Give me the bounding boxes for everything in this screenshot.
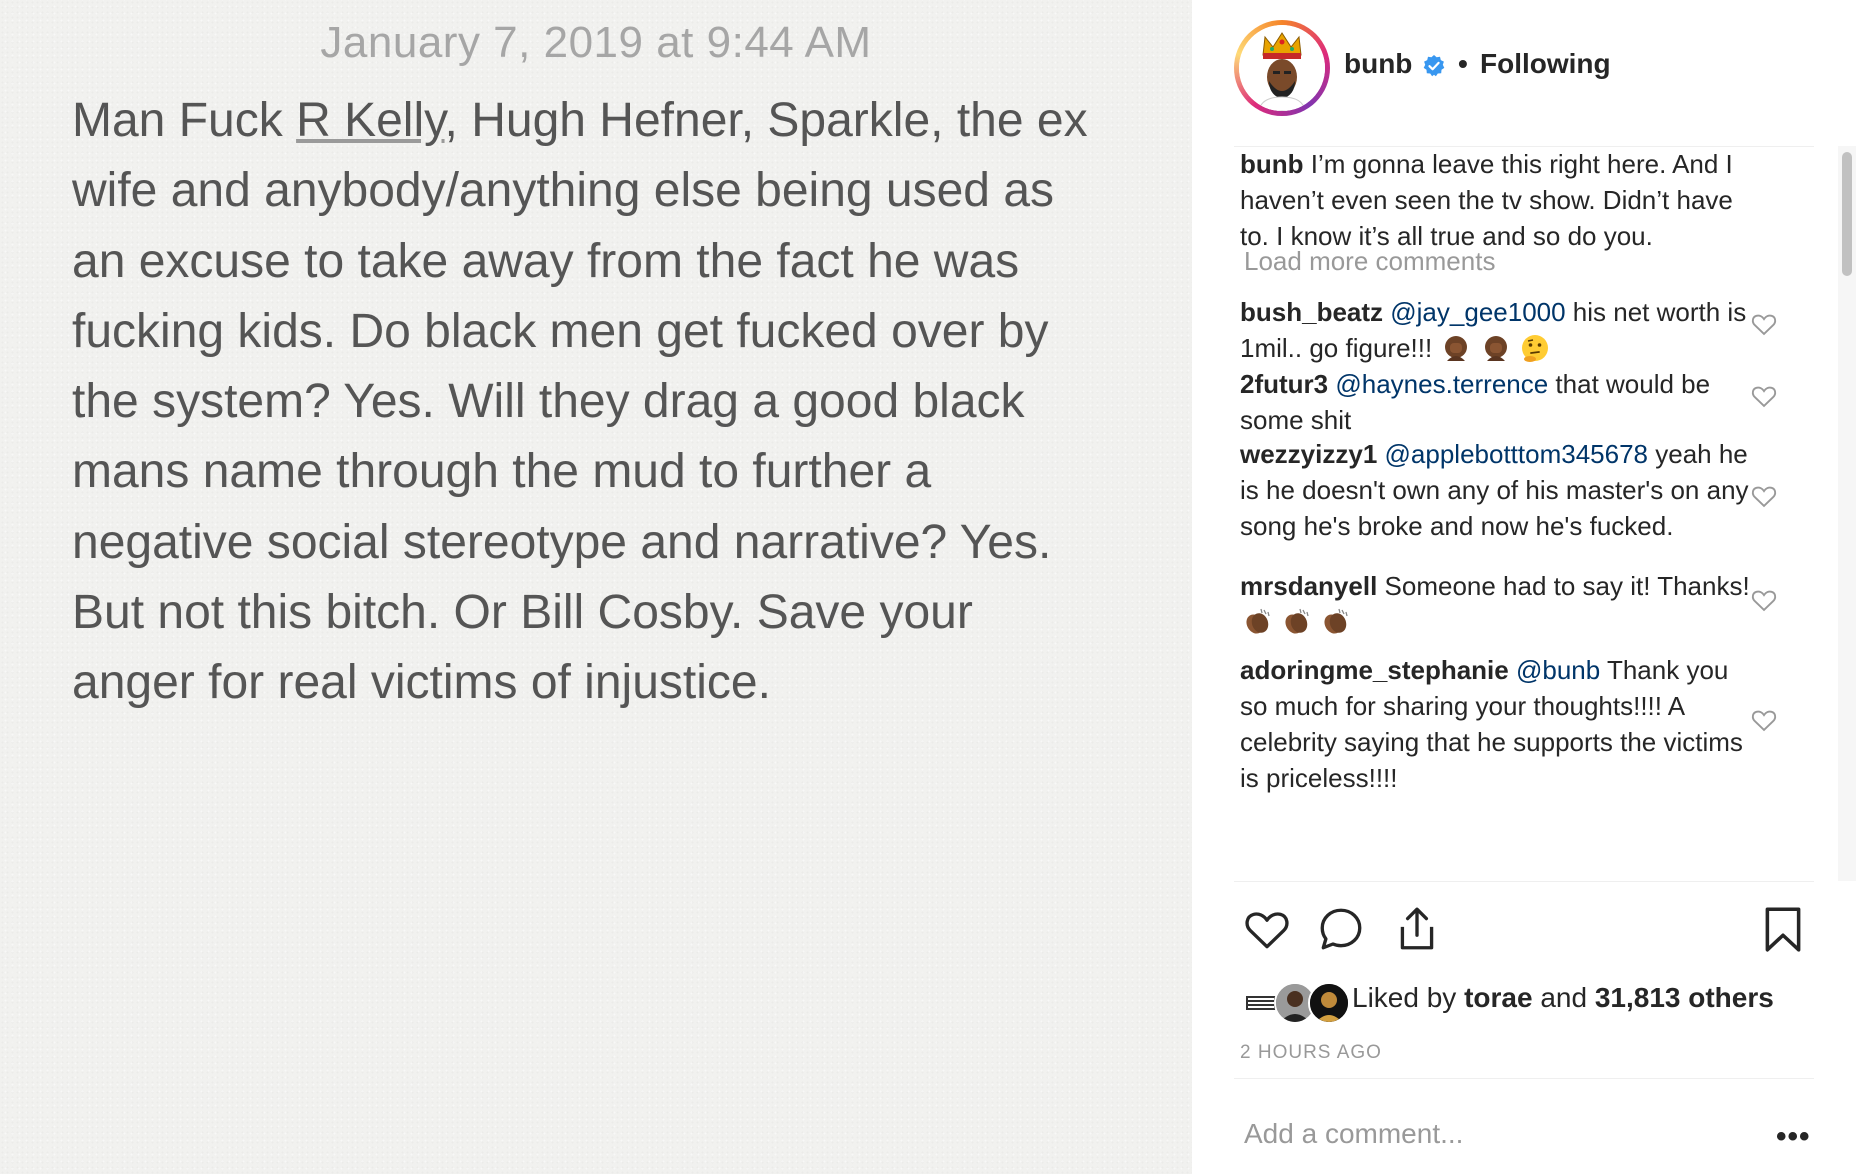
comment-item: mrsdanyell Someone had to say it! Thanks…: [1240, 568, 1760, 640]
comments-list[interactable]: bunb I’m gonna leave this right here. An…: [1192, 146, 1844, 881]
caption-username[interactable]: bunb: [1240, 149, 1304, 179]
post-timestamp[interactable]: 2 HOURS AGO: [1240, 1042, 1382, 1064]
comment-like-heart-icon[interactable]: [1750, 382, 1778, 410]
note-line: negative social stereotype and narrative…: [72, 515, 1052, 569]
likes-summary: Liked by torae and 31,813 others: [1352, 982, 1774, 1014]
verified-badge-icon: [1423, 55, 1445, 77]
comments-scrollbar-thumb[interactable]: [1842, 152, 1852, 276]
post-panel: bunb • Following bunb I’m gonna leave th…: [1192, 0, 1856, 1174]
header-separator: •: [1458, 48, 1468, 79]
following-button[interactable]: Following: [1480, 48, 1611, 80]
avatar-image: [1239, 25, 1325, 111]
note-line: mans name through the mud to further a: [72, 445, 932, 499]
action-bar: [1192, 882, 1856, 962]
note-link: R Kelly: [296, 94, 445, 147]
comment-like-heart-icon[interactable]: [1750, 482, 1778, 510]
note-text-pre: Man Fuck: [72, 94, 297, 147]
post-image: January 7, 2019 at 9:44 AM Man Fuck R Ke…: [0, 0, 1192, 1174]
post-caption: bunb I’m gonna leave this right here. An…: [1240, 146, 1760, 254]
comment-username[interactable]: adoringme_stephanie: [1240, 655, 1509, 685]
comment-username[interactable]: bush_beatz: [1240, 297, 1383, 327]
note-line: Man Fuck R Kelly, Hugh Hefner, Sparkle, …: [72, 86, 1162, 156]
comment-username[interactable]: 2futur3: [1240, 369, 1328, 399]
post-header: bunb • Following: [1192, 0, 1856, 144]
comment-mention[interactable]: @jay_gee1000: [1390, 297, 1565, 327]
note-text-post: , Hugh Hefner, Sparkle, the ex: [444, 94, 1088, 147]
comment-mention[interactable]: @applebotttom345678: [1385, 439, 1648, 469]
facepalm-emoji: [1445, 336, 1468, 361]
note-line: the system? Yes. Will they drag a good b…: [72, 375, 1025, 429]
share-icon[interactable]: [1392, 904, 1442, 954]
note-line: wife and anybody/anything else being use…: [72, 164, 1055, 218]
liked-by-user-link[interactable]: torae: [1464, 982, 1532, 1013]
comment-mention[interactable]: @haynes.terrence: [1335, 369, 1548, 399]
facepalm-emoji: [1484, 336, 1507, 361]
comment-item: 2futur3 @haynes.terrence that would be s…: [1240, 366, 1760, 438]
header-username[interactable]: bunb: [1344, 48, 1412, 80]
comment-text: Someone had to say it! Thanks!: [1377, 571, 1750, 601]
likes-count-link[interactable]: 31,813 others: [1595, 982, 1774, 1013]
likes-prefix: Liked by: [1352, 982, 1465, 1013]
note-body: Man Fuck R Kelly, Hugh Hefner, Sparkle, …: [72, 86, 1162, 719]
comment-username[interactable]: mrsdanyell: [1240, 571, 1377, 601]
note-date: January 7, 2019 at 9:44 AM: [320, 18, 872, 67]
liker-photo: [1310, 984, 1348, 1022]
comment-like-heart-icon[interactable]: [1750, 310, 1778, 338]
liked-by-avatars[interactable]: [1240, 982, 1350, 1024]
clapping-emoji: [1324, 608, 1349, 634]
likes-row: Liked by torae and 31,813 others: [1240, 978, 1840, 1024]
more-options-button[interactable]: •••: [1776, 1120, 1811, 1154]
comment-username[interactable]: wezzyizzy1: [1240, 439, 1377, 469]
thinking-emoji: [1521, 335, 1548, 362]
comment-box-divider: [1234, 1078, 1814, 1079]
comment-item: wezzyizzy1 @applebotttom345678 yeah he i…: [1240, 436, 1760, 544]
note-line: But not this bitch. Or Bill Cosby. Save …: [72, 586, 973, 640]
comment-item: adoringme_stephanie @bunb Thank you so m…: [1240, 652, 1760, 796]
note-line: an excuse to take away from the fact he …: [72, 234, 1020, 288]
clapping-emoji: [1285, 608, 1309, 634]
note-line: anger for real victims of injustice.: [72, 656, 771, 710]
note-line: fucking kids. Do black men get fucked ov…: [72, 304, 1049, 358]
comment-like-heart-icon[interactable]: [1750, 706, 1778, 734]
comment-item: bush_beatz @jay_gee1000 his net worth is…: [1240, 294, 1760, 366]
clapping-emoji: [1246, 608, 1270, 634]
story-ring[interactable]: [1234, 20, 1330, 116]
likes-middle: and: [1532, 982, 1595, 1013]
bookmark-icon[interactable]: [1758, 904, 1808, 954]
comment-like-heart-icon[interactable]: [1750, 586, 1778, 614]
caption-text: I’m gonna leave this right here. And I h…: [1240, 149, 1733, 251]
add-comment-input[interactable]: Add a comment...: [1244, 1118, 1463, 1150]
liker-avatar[interactable]: [1308, 982, 1350, 1024]
avatar[interactable]: [1239, 25, 1325, 111]
heart-icon[interactable]: [1242, 904, 1292, 954]
comment-mention[interactable]: @bunb: [1516, 655, 1600, 685]
comment-icon[interactable]: [1316, 904, 1366, 954]
load-more-comments-button[interactable]: Load more comments: [1244, 246, 1495, 277]
